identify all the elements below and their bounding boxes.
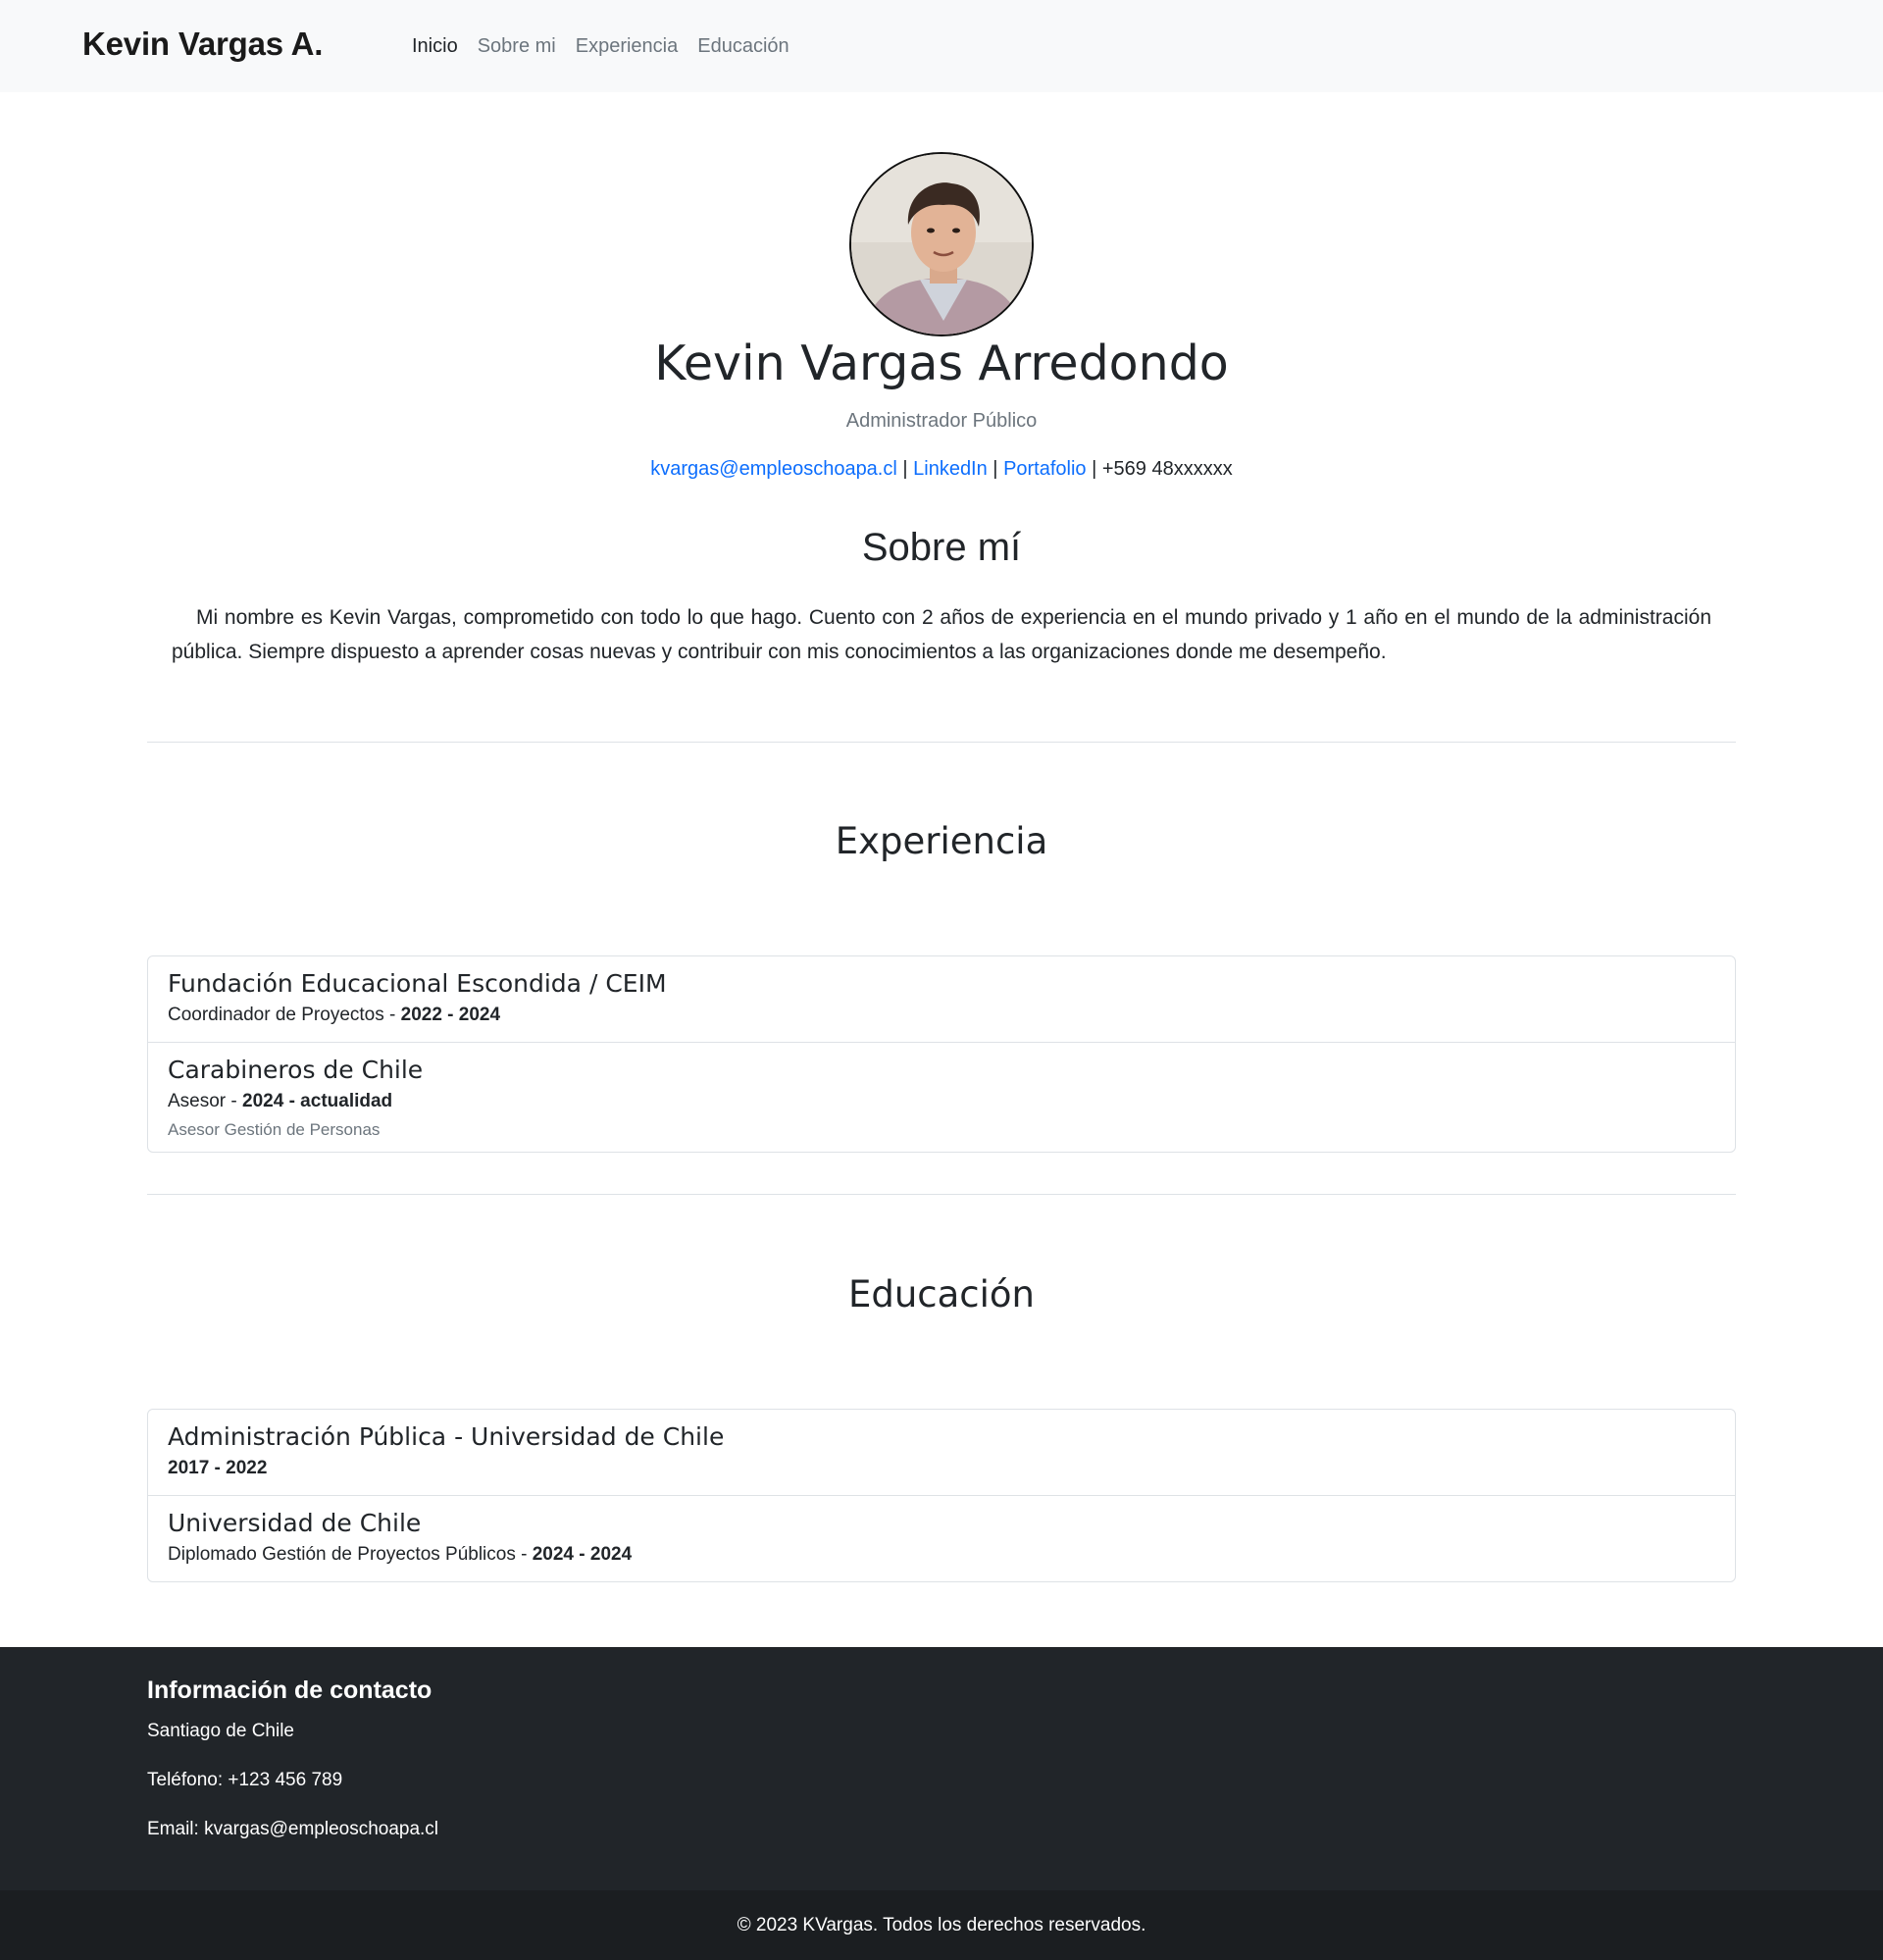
section-divider (147, 742, 1736, 743)
about-text: Mi nombre es Kevin Vargas, comprometido … (172, 606, 1711, 663)
email-link[interactable]: kvargas@empleoschoapa.cl (650, 458, 897, 480)
footer: Información de contacto Santiago de Chil… (0, 1647, 1883, 1890)
footer-phone: Teléfono: +123 456 789 (147, 1770, 343, 1790)
item-title: Carabineros de Chile (168, 1056, 424, 1084)
item-title: Universidad de Chile (168, 1509, 422, 1537)
item-role: Coordinador de Proyectos - (168, 1005, 401, 1025)
item-subtitle: Coordinador de Proyectos - 2022 - 2024 (168, 1001, 1715, 1042)
education-list: Administración Pública - Universidad de … (147, 1409, 1736, 1582)
contact-links: kvargas@empleoschoapa.cl | LinkedIn | Po… (0, 458, 1883, 481)
footer-title: Información de contacto (147, 1676, 433, 1704)
copyright-bar: © 2023 KVargas. Todos los derechos reser… (0, 1890, 1883, 1960)
nav-link-inicio[interactable]: Inicio (412, 35, 458, 58)
item-role: Asesor - (168, 1091, 243, 1111)
nav-links: Inicio Sobre mi Experiencia Educación (412, 35, 789, 58)
phone-number: | +569 48xxxxxx (1086, 458, 1233, 480)
item-role: Diplomado Gestión de Proyectos Públicos … (168, 1544, 533, 1565)
profile-photo (849, 152, 1034, 336)
profile-role: Administrador Público (845, 410, 1038, 432)
separator: | (896, 458, 914, 480)
list-item: Administración Pública - Universidad de … (148, 1410, 1735, 1496)
item-subtitle: Asesor - 2024 - actualidad (168, 1087, 1715, 1124)
item-period: 2024 - 2024 (532, 1544, 633, 1565)
item-title: Fundación Educacional Escondida / CEIM (168, 969, 667, 998)
item-period: 2022 - 2024 (400, 1005, 501, 1025)
linkedin-link[interactable]: LinkedIn (913, 458, 988, 480)
portfolio-link[interactable]: Portafolio (1003, 458, 1087, 480)
profile-name: Kevin Vargas Arredondo (654, 335, 1229, 391)
about-title: Sobre mí (861, 526, 1022, 569)
item-note: Asesor Gestión de Personas (168, 1120, 381, 1139)
list-item: Universidad de Chile Diplomado Gestión d… (148, 1496, 1735, 1581)
item-subtitle: Diplomado Gestión de Proyectos Públicos … (168, 1540, 1715, 1581)
section-divider (147, 1194, 1736, 1195)
separator: | (987, 458, 1004, 480)
footer-email: Email: kvargas@empleoschoapa.cl (147, 1819, 439, 1839)
list-item: Fundación Educacional Escondida / CEIM C… (148, 956, 1735, 1043)
footer-city: Santiago de Chile (147, 1721, 294, 1741)
brand-logo[interactable]: Kevin Vargas A. (82, 26, 323, 63)
nav-link-experiencia[interactable]: Experiencia (576, 35, 679, 58)
item-period: 2024 - actualidad (242, 1091, 393, 1111)
item-title: Administración Pública - Universidad de … (168, 1422, 725, 1451)
list-item: Carabineros de Chile Asesor - 2024 - act… (148, 1043, 1735, 1152)
item-subtitle: 2017 - 2022 (168, 1454, 1715, 1495)
item-period: 2017 - 2022 (168, 1458, 268, 1478)
nav-link-educacion[interactable]: Educación (697, 35, 789, 58)
experience-title: Experiencia (835, 820, 1048, 862)
navbar: Kevin Vargas A. Inicio Sobre mi Experien… (0, 0, 1883, 92)
experience-list: Fundación Educacional Escondida / CEIM C… (147, 955, 1736, 1153)
education-title: Educación (847, 1273, 1036, 1315)
nav-link-sobre-mi[interactable]: Sobre mi (478, 35, 556, 58)
